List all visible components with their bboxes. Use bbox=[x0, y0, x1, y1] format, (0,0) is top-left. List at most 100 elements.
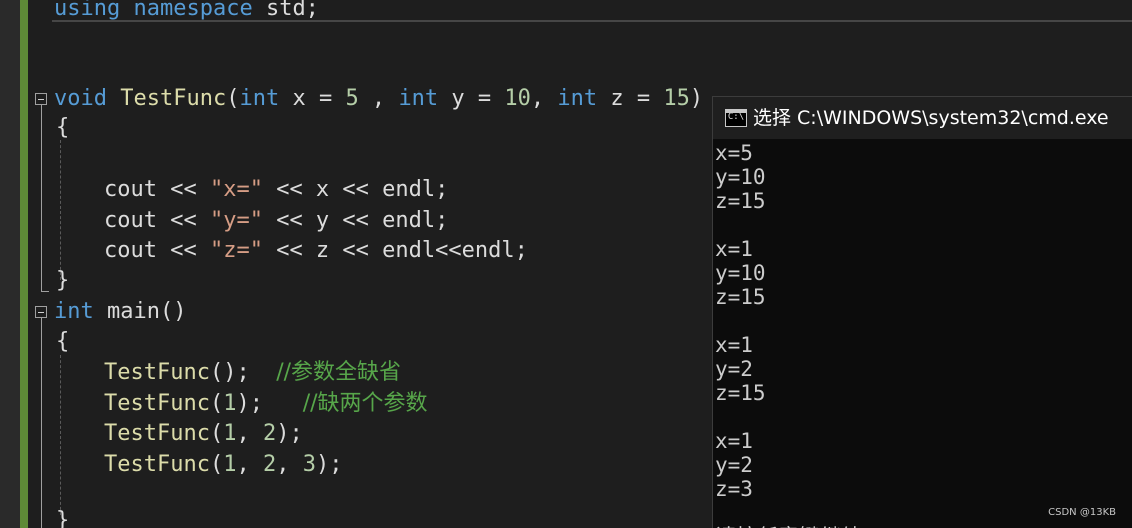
fold-toggle-main[interactable] bbox=[35, 306, 47, 318]
code-text: ) bbox=[689, 86, 704, 111]
comment: //缺两个参数 bbox=[302, 391, 428, 416]
code-line-call-2[interactable]: TestFunc(1); //缺两个参数 bbox=[104, 389, 428, 419]
console-output-line: x=5 bbox=[715, 141, 753, 165]
fold-end-testfunc bbox=[41, 291, 49, 292]
keyword-void: void bbox=[54, 86, 107, 111]
indent-guide bbox=[60, 355, 61, 515]
function-name: TestFunc bbox=[104, 452, 210, 477]
code-text: ); bbox=[236, 391, 303, 416]
console-output-line: z=15 bbox=[715, 189, 766, 213]
console-output[interactable]: x=5 y=10 z=15 x=1 y=10 z=15 x=1 y=2 z=15 x=1 y=2 z=… bbox=[715, 141, 1132, 528]
watermark: CSDN @13KB bbox=[1048, 507, 1116, 518]
code-line-cout-x[interactable]: cout << "x=" << x << endl; bbox=[104, 175, 448, 205]
keyword-int: int bbox=[398, 86, 439, 111]
function-name: TestFunc bbox=[104, 391, 210, 416]
code-text: (); bbox=[209, 360, 277, 385]
number-literal: 1 bbox=[223, 452, 237, 477]
console-output-line: z=15 bbox=[715, 381, 766, 405]
code-text: cout << bbox=[104, 177, 210, 202]
code-line-brace-close[interactable]: } bbox=[56, 266, 69, 296]
fold-toggle-testfunc[interactable] bbox=[35, 93, 47, 105]
brace: { bbox=[56, 329, 70, 354]
code-text: << y << endl; bbox=[262, 208, 449, 233]
code-text: , bbox=[236, 452, 263, 477]
console-output-line: x=1 bbox=[715, 333, 753, 357]
editor-gutter bbox=[0, 0, 20, 528]
console-output-line: x=1 bbox=[715, 237, 753, 261]
console-output-line: z=3 bbox=[715, 477, 753, 501]
brace: { bbox=[56, 115, 70, 140]
number-literal: 2 bbox=[262, 452, 277, 477]
console-output-line: x=1 bbox=[715, 429, 753, 453]
code-text: ); bbox=[276, 421, 303, 446]
function-name: TestFunc bbox=[104, 360, 210, 385]
keyword-int: int bbox=[54, 299, 94, 324]
code-text: main() bbox=[93, 299, 187, 324]
console-output-line: y=2 bbox=[715, 453, 753, 477]
code-text: y = bbox=[438, 86, 505, 111]
console-title-bar[interactable]: C:\ 选择 C:\WINDOWS\system32\cmd.exe bbox=[713, 97, 1132, 139]
fold-line-testfunc bbox=[41, 105, 42, 291]
keyword-int: int bbox=[557, 86, 598, 111]
string-literal: "y=" bbox=[209, 208, 263, 233]
code-text: ); bbox=[315, 452, 343, 477]
indent-guide bbox=[60, 140, 61, 280]
code-line-brace-open[interactable]: { bbox=[56, 113, 69, 143]
number-literal: 3 bbox=[302, 452, 316, 477]
code-text: x = bbox=[279, 86, 346, 111]
code-line-testfunc-decl[interactable]: void TestFunc(int x = 5 , int y = 10, in… bbox=[54, 84, 703, 114]
console-output-line: z=15 bbox=[715, 285, 766, 309]
screenshot-root: using namespace std; void TestFunc(int x… bbox=[0, 0, 1132, 528]
cmd-icon: C:\ bbox=[725, 109, 747, 127]
console-output-line: y=2 bbox=[715, 357, 753, 381]
change-tracking-bar bbox=[20, 0, 28, 528]
code-line-cout-y[interactable]: cout << "y=" << y << endl; bbox=[104, 206, 448, 236]
code-text: , bbox=[530, 86, 558, 111]
number-literal: 10 bbox=[504, 86, 531, 111]
code-line-call-3[interactable]: TestFunc(1, 2); bbox=[104, 419, 303, 449]
console-window[interactable]: C:\ 选择 C:\WINDOWS\system32\cmd.exe x=5 y=… bbox=[712, 96, 1132, 528]
number-literal: 1 bbox=[223, 391, 237, 416]
code-text: ( bbox=[209, 391, 224, 416]
code-text: ( bbox=[226, 86, 240, 111]
code-line-brace-close[interactable]: } bbox=[56, 506, 69, 528]
code-text: ( bbox=[209, 452, 224, 477]
number-literal: 5 bbox=[345, 86, 359, 111]
fold-line-main bbox=[41, 318, 42, 528]
function-name: TestFunc bbox=[104, 421, 210, 446]
keyword-namespace: namespace bbox=[133, 0, 253, 21]
code-text: cout << bbox=[104, 238, 210, 263]
number-literal: 1 bbox=[223, 421, 237, 446]
code-text: ( bbox=[209, 421, 224, 446]
code-line-main-decl[interactable]: int main() bbox=[54, 297, 186, 327]
code-line-cout-z[interactable]: cout << "z=" << z << endl<<endl; bbox=[104, 236, 528, 266]
console-output-line: y=10 bbox=[715, 261, 766, 285]
keyword-int: int bbox=[239, 86, 280, 111]
code-line-brace-open[interactable]: { bbox=[56, 327, 69, 357]
code-text: << x << endl; bbox=[262, 177, 449, 202]
brace: } bbox=[56, 268, 70, 293]
code-text: std; bbox=[252, 0, 319, 21]
string-literal: "z=" bbox=[209, 238, 263, 263]
brace: } bbox=[56, 508, 70, 528]
code-text: << z << endl<<endl; bbox=[262, 238, 528, 263]
console-output-line: y=10 bbox=[715, 165, 766, 189]
number-literal: 15 bbox=[663, 86, 690, 111]
code-line-using[interactable]: using namespace std; bbox=[54, 0, 319, 24]
function-name: TestFunc bbox=[120, 86, 227, 111]
keyword-using: using bbox=[54, 0, 121, 21]
comment: //参数全缺省 bbox=[276, 360, 402, 385]
string-literal: "x=" bbox=[209, 177, 263, 202]
code-text: , bbox=[358, 86, 399, 111]
code-text: , bbox=[276, 452, 303, 477]
cmd-icon-text: C:\ bbox=[727, 112, 745, 122]
code-line-call-1[interactable]: TestFunc(); //参数全缺省 bbox=[104, 358, 401, 388]
code-line-call-4[interactable]: TestFunc(1, 2, 3); bbox=[104, 450, 342, 480]
code-text: , bbox=[236, 421, 263, 446]
number-literal: 2 bbox=[262, 421, 277, 446]
console-title: 选择 C:\WINDOWS\system32\cmd.exe bbox=[753, 107, 1109, 129]
code-text: cout << bbox=[104, 208, 210, 233]
